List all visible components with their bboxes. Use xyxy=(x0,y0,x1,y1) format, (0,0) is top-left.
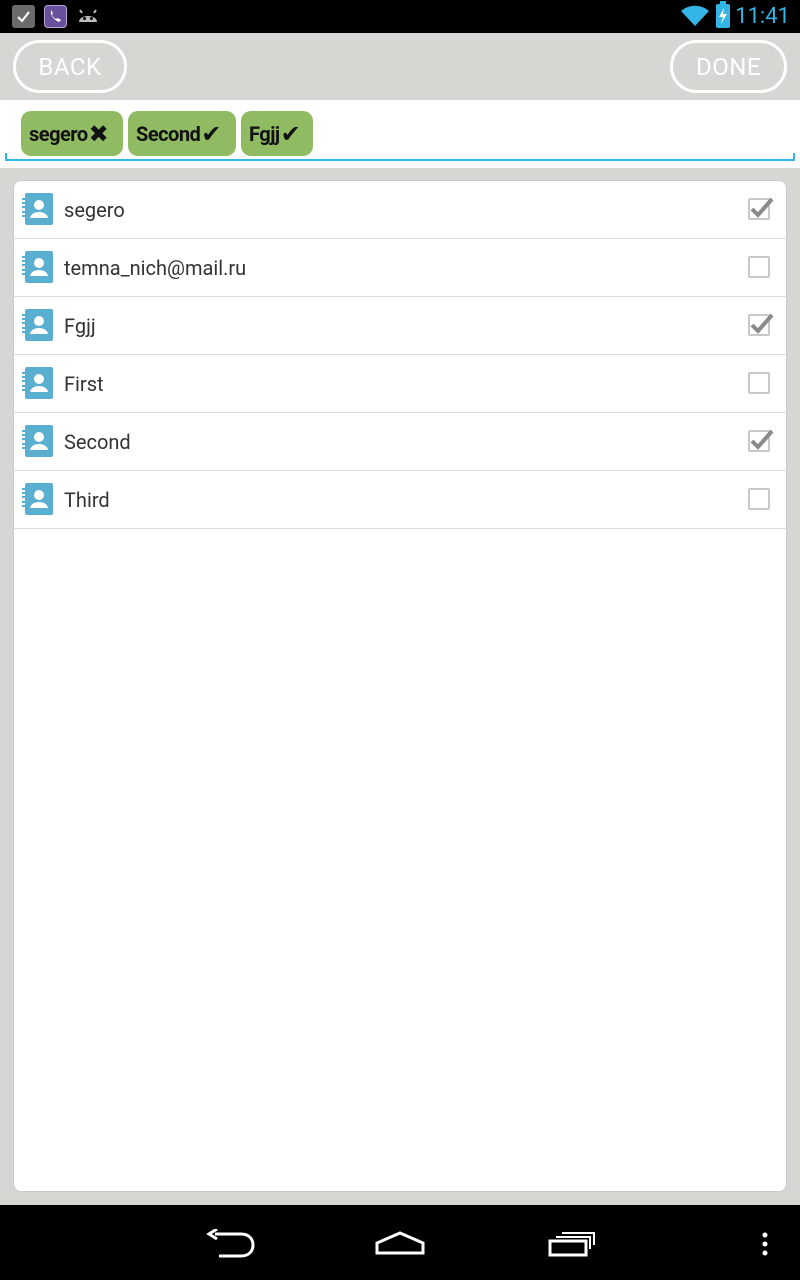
contact-name: Fgjj xyxy=(64,314,96,338)
contact-name: segero xyxy=(64,198,125,222)
list-item[interactable]: Third xyxy=(14,471,786,529)
list-item[interactable]: segero xyxy=(14,181,786,239)
contact-book-icon xyxy=(21,309,53,341)
home-icon[interactable] xyxy=(375,1231,425,1261)
overflow-menu-icon[interactable] xyxy=(760,1231,770,1261)
contact-name: Third xyxy=(64,488,110,512)
contact-checkbox[interactable] xyxy=(748,372,770,394)
contact-checkbox[interactable] xyxy=(748,488,770,510)
chip-label: Fgjj xyxy=(249,121,280,146)
navigation-bar xyxy=(0,1205,800,1280)
contact-name: Second xyxy=(64,430,131,454)
contact-book-icon xyxy=(21,483,53,515)
done-button[interactable]: DONE xyxy=(670,40,787,93)
contact-chip[interactable]: Second ✔ xyxy=(128,111,236,156)
contact-checkbox[interactable] xyxy=(748,313,774,336)
contact-chip[interactable]: segero ✖ xyxy=(21,111,123,156)
contact-checkbox[interactable] xyxy=(748,429,774,452)
remove-chip-icon[interactable]: ✖ xyxy=(89,122,109,146)
contact-name: temna_nich@mail.ru xyxy=(64,256,247,280)
viber-icon xyxy=(44,5,67,28)
contact-name: First xyxy=(64,372,104,396)
back-icon[interactable] xyxy=(205,1227,255,1263)
clock: 11:41 xyxy=(735,4,790,29)
top-action-bar: BACK DONE xyxy=(0,33,800,100)
list-item[interactable]: temna_nich@mail.ru xyxy=(14,239,786,297)
chip-label: Second xyxy=(136,121,201,146)
contact-book-icon xyxy=(21,193,53,225)
recent-apps-icon[interactable] xyxy=(548,1231,596,1261)
check-chip-icon: ✔ xyxy=(201,119,221,148)
selected-contacts-field[interactable]: segero ✖ Second ✔ Fgjj ✔ xyxy=(0,100,800,168)
list-item[interactable]: First xyxy=(14,355,786,413)
contact-book-icon xyxy=(21,367,53,399)
chip-label: segero xyxy=(29,121,88,146)
android-debug-icon xyxy=(76,5,100,28)
contact-checkbox[interactable] xyxy=(748,256,770,278)
back-button[interactable]: BACK xyxy=(13,40,127,93)
status-bar: 11:41 xyxy=(0,0,800,33)
list-item[interactable]: Second xyxy=(14,413,786,471)
contact-book-icon xyxy=(21,251,53,283)
wifi-icon xyxy=(681,5,709,27)
battery-charging-icon xyxy=(716,1,730,28)
contact-checkbox[interactable] xyxy=(748,197,774,220)
field-underline xyxy=(5,153,795,161)
contact-book-icon xyxy=(21,425,53,457)
contact-chip[interactable]: Fgjj ✔ xyxy=(241,111,313,156)
check-chip-icon: ✔ xyxy=(280,119,301,148)
list-item[interactable]: Fgjj xyxy=(14,297,786,355)
contact-list: segero temna_nich@mail.ru Fgjj First Sec… xyxy=(13,180,787,1192)
checkbox-notification-icon xyxy=(12,5,35,28)
